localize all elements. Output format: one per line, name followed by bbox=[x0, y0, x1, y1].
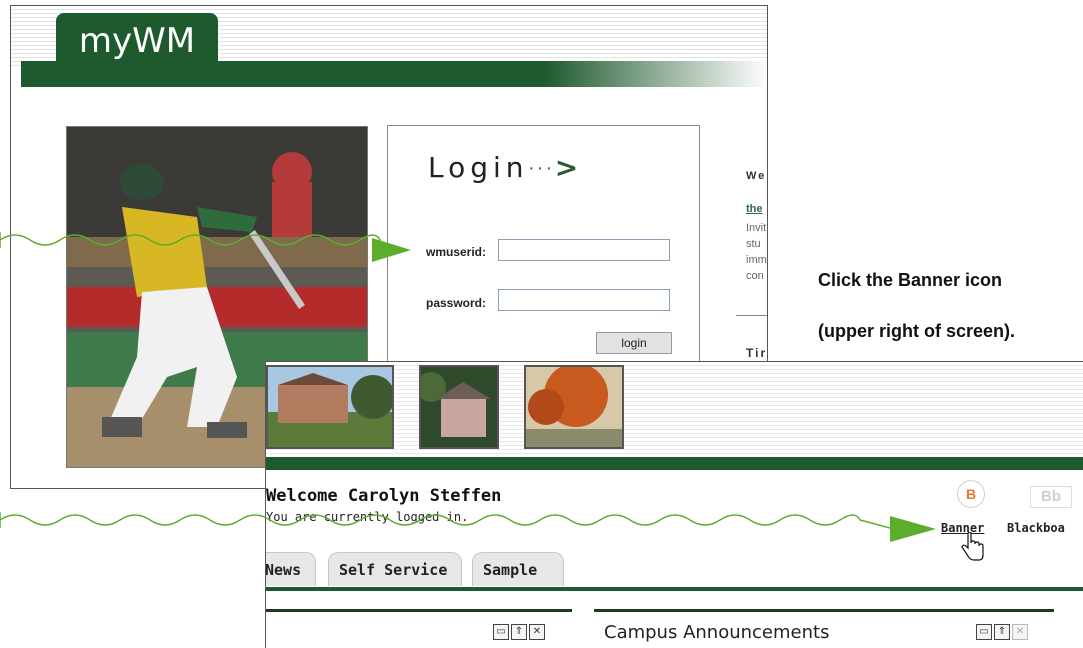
panel-maximize-icon[interactable]: ⇑ bbox=[994, 624, 1010, 640]
tab-news[interactable]: News bbox=[266, 552, 316, 586]
blackboard-link[interactable]: Blackboa bbox=[1007, 521, 1065, 535]
side-divider bbox=[736, 315, 767, 316]
campus-thumbnail-building bbox=[266, 365, 394, 449]
welcome-message: Welcome Carolyn Steffen bbox=[266, 486, 502, 506]
portal-panel-left: ▭ ⇑ ✕ bbox=[266, 609, 572, 648]
portal-screenshot: Welcome Carolyn Steffen You are currentl… bbox=[265, 361, 1083, 648]
blackboard-icon[interactable]: Bb bbox=[1030, 486, 1072, 508]
instruction-line-2: (upper right of screen). bbox=[818, 321, 1016, 341]
portal-green-bar bbox=[266, 457, 1083, 470]
campus-thumbnail-autumn bbox=[524, 365, 624, 449]
tab-underline bbox=[266, 587, 1083, 591]
campus-thumbnail-house bbox=[419, 365, 499, 449]
panel-minimize-icon[interactable]: ▭ bbox=[976, 624, 992, 640]
campus-announcements-panel: Campus Announcements ▭ ⇑ ✕ bbox=[594, 609, 1054, 648]
panel-title: Campus Announcements bbox=[604, 622, 830, 643]
panel-minimize-icon[interactable]: ▭ bbox=[493, 624, 509, 640]
side-text-line: con bbox=[746, 270, 764, 282]
side-text-heading: We bbox=[746, 170, 767, 182]
banner-icon[interactable]: B bbox=[957, 480, 985, 508]
side-text-line: Invit bbox=[746, 222, 767, 234]
side-text-line: stu bbox=[746, 238, 761, 250]
hand-cursor-icon bbox=[960, 531, 986, 562]
panel-maximize-icon[interactable]: ⇑ bbox=[511, 624, 527, 640]
side-text-line: imm bbox=[746, 254, 767, 266]
tab-sample[interactable]: Sample bbox=[472, 552, 564, 586]
login-status: You are currently logged in. bbox=[266, 510, 469, 524]
side-text-heading: Tir bbox=[746, 346, 768, 360]
instruction-line-1: Click the Banner icon bbox=[818, 270, 1003, 290]
panel-close-icon[interactable]: ✕ bbox=[1012, 624, 1028, 640]
side-link[interactable]: the bbox=[746, 203, 763, 215]
tab-self-service[interactable]: Self Service bbox=[328, 552, 462, 586]
panel-close-icon[interactable]: ✕ bbox=[529, 624, 545, 640]
